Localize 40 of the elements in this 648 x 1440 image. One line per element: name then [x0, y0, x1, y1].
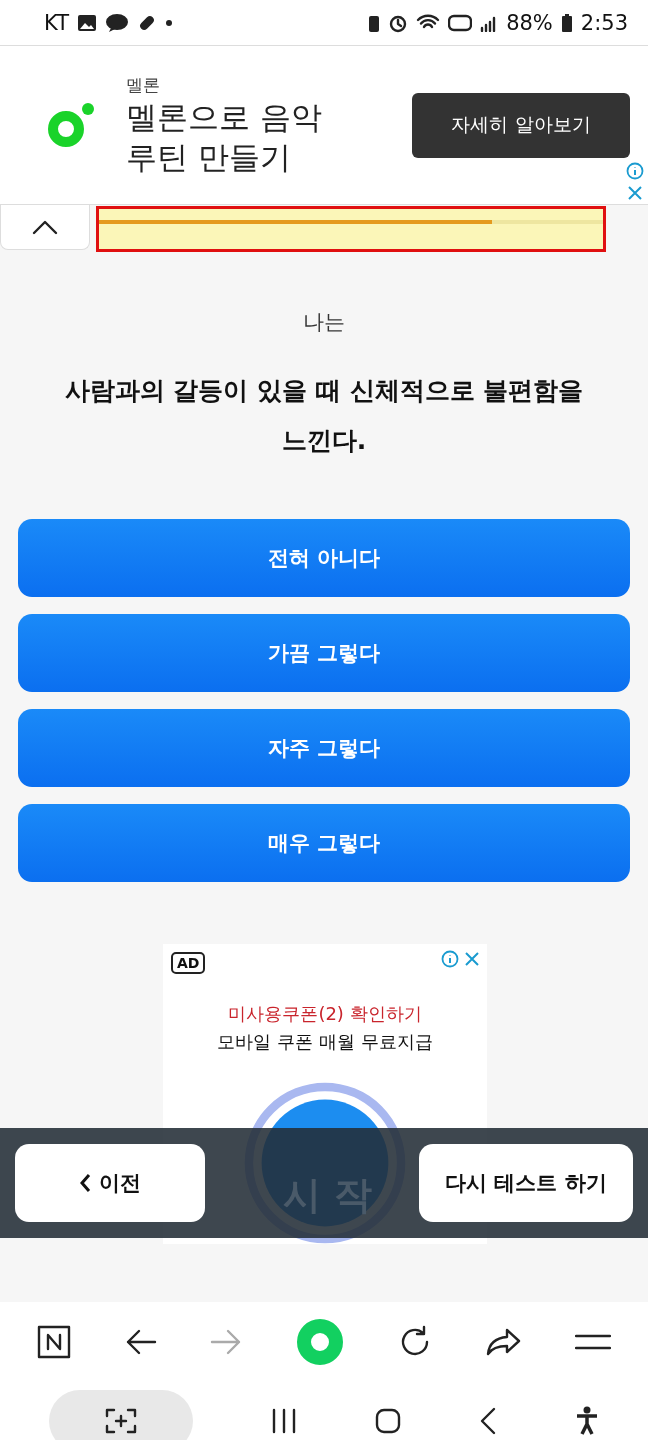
ring-logo-icon [48, 101, 96, 149]
accessibility-icon[interactable] [575, 1405, 599, 1436]
ad-badge: AD [171, 952, 206, 974]
answer-button[interactable]: 자주 그렇다 [18, 709, 630, 787]
recent-apps-icon[interactable] [271, 1407, 297, 1434]
info-icon[interactable] [626, 162, 644, 180]
ad-brand: 멜론 [126, 73, 161, 97]
ad-banner[interactable]: 멜론 멜론으로 음악 루틴 만들기 자세히 알아보기 [0, 45, 648, 205]
battery-percent: 88% [506, 10, 553, 35]
clock-time: 2:53 [580, 10, 628, 35]
chevron-up-icon [32, 219, 58, 235]
share-arrow-icon[interactable] [485, 1327, 522, 1357]
hd-icon [448, 13, 473, 32]
previous-button[interactable]: 이전 [15, 1144, 205, 1222]
battery-icon [560, 12, 573, 33]
back-arrow-icon[interactable] [124, 1328, 157, 1356]
question-prefix: 나는 [303, 309, 345, 336]
dot-icon [164, 18, 173, 27]
retry-test-button[interactable]: 다시 테스트 하기 [419, 1144, 633, 1222]
back-icon[interactable] [479, 1406, 497, 1435]
close-icon[interactable] [463, 950, 481, 968]
gallery-icon [76, 13, 97, 32]
capture-button[interactable] [49, 1389, 193, 1440]
ad-title: 미사용쿠폰(2) 확인하기 [228, 1002, 422, 1026]
info-icon[interactable] [441, 950, 459, 968]
carrier-label: KT [44, 10, 69, 35]
chat-icon [104, 12, 129, 33]
ad-headline: 멜론으로 음악 루틴 만들기 [126, 97, 323, 177]
home-icon[interactable] [375, 1407, 401, 1434]
question-text: 사람과의 갈등이 있을 때 신체적으로 불편함을 느낀다. [63, 375, 585, 457]
menu-icon[interactable] [575, 1332, 612, 1352]
answer-button[interactable]: 매우 그렇다 [18, 804, 630, 882]
n-logo-icon[interactable] [36, 1325, 71, 1359]
learn-more-button[interactable]: 자세히 알아보기 [412, 92, 630, 158]
ad-subtitle: 모바일 쿠폰 매월 무료지급 [217, 1030, 433, 1054]
answer-button[interactable]: 가끔 그렇다 [18, 614, 630, 692]
chevron-left-icon [79, 1173, 91, 1193]
scan-icon [105, 1407, 137, 1434]
answer-button[interactable]: 전혀 아니다 [18, 519, 630, 597]
close-icon[interactable] [626, 184, 644, 202]
